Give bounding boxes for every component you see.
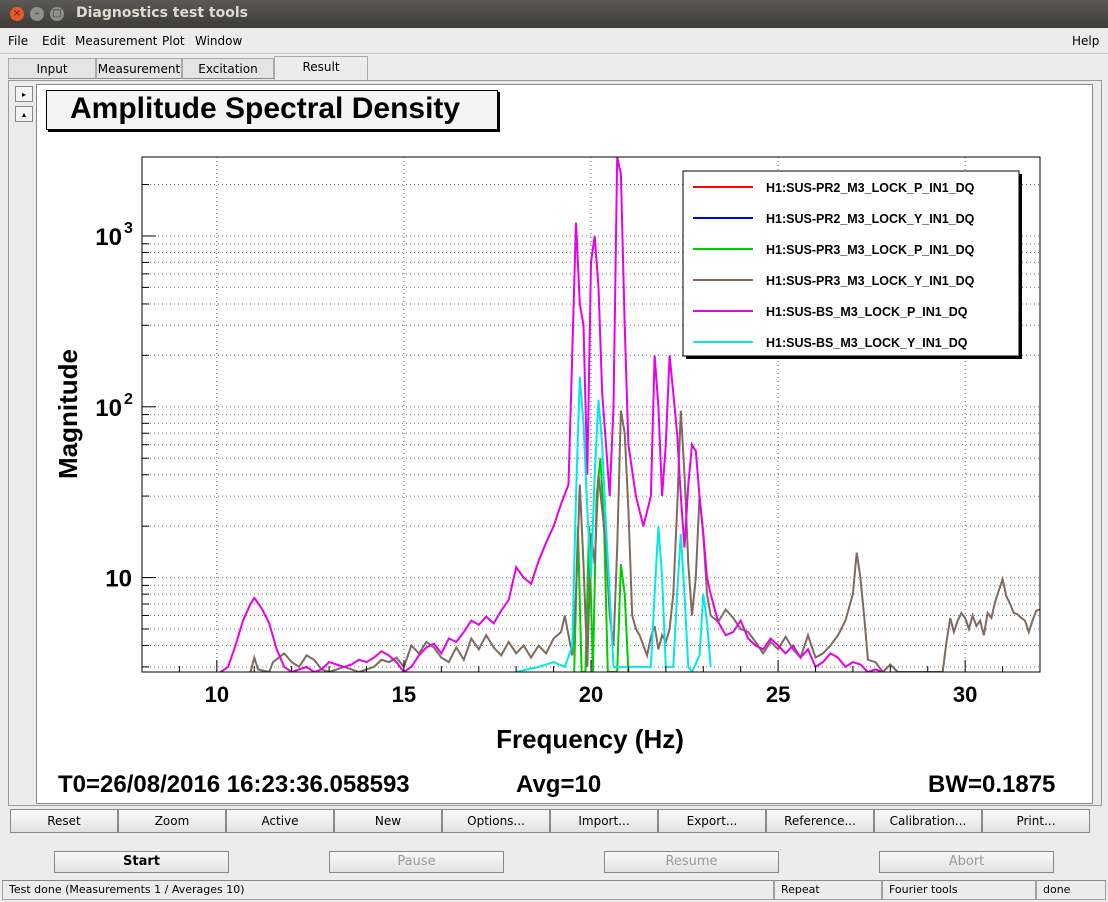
menu-edit[interactable]: Edit	[42, 34, 65, 48]
menu-window[interactable]: Window	[195, 34, 242, 48]
pause-button[interactable]: Pause	[329, 851, 504, 873]
tab-input[interactable]: Input	[8, 58, 96, 79]
maximize-icon[interactable]: □	[50, 7, 64, 21]
print-button[interactable]: Print...	[982, 809, 1090, 833]
t0-readout: T0=26/08/2016 16:23:36.058593	[58, 771, 410, 798]
menu-measurement[interactable]: Measurement	[75, 34, 157, 48]
calibration-button[interactable]: Calibration...	[874, 809, 982, 833]
status-mode: Repeat	[774, 880, 882, 900]
tab-measurement[interactable]: Measurement	[96, 58, 182, 79]
status-tool: Fourier tools	[882, 880, 1036, 900]
menu-file[interactable]: File	[8, 34, 28, 48]
active-button[interactable]: Active	[226, 809, 334, 833]
resume-button[interactable]: Resume	[604, 851, 779, 873]
expand-right-icon[interactable]: ▸	[15, 86, 33, 102]
plot-button-row: Reset Zoom Active New Options... Import.…	[10, 809, 1094, 833]
status-message: Test done (Measurements 1 / Averages 10)	[2, 880, 774, 900]
new-button[interactable]: New	[334, 809, 442, 833]
tab-excitation[interactable]: Excitation	[182, 58, 274, 79]
window-title: Diagnostics test tools	[76, 5, 248, 21]
tab-result[interactable]: Result	[274, 56, 368, 80]
minimize-icon[interactable]: –	[30, 7, 44, 21]
menu-bar: File Edit Measurement Plot Window Help	[0, 28, 1108, 54]
bw-readout: BW=0.1875	[928, 771, 1056, 798]
plot-title: Amplitude Spectral Density	[70, 92, 461, 125]
abort-button[interactable]: Abort	[879, 851, 1054, 873]
menu-plot[interactable]: Plot	[162, 34, 185, 48]
reset-button[interactable]: Reset	[10, 809, 118, 833]
collapse-up-icon[interactable]: ▴	[15, 106, 33, 122]
tab-bar: Input Measurement Excitation Result	[8, 56, 1102, 80]
import-button[interactable]: Import...	[550, 809, 658, 833]
status-bar: Test done (Measurements 1 / Averages 10)…	[0, 880, 1108, 902]
close-icon[interactable]: ×	[10, 7, 24, 21]
zoom-button[interactable]: Zoom	[118, 809, 226, 833]
title-bar: × – □ Diagnostics test tools	[0, 0, 1108, 28]
menu-help[interactable]: Help	[1072, 34, 1099, 48]
status-state: done	[1036, 880, 1106, 900]
reference-button[interactable]: Reference...	[766, 809, 874, 833]
avg-readout: Avg=10	[516, 771, 602, 798]
export-button[interactable]: Export...	[658, 809, 766, 833]
start-button[interactable]: Start	[54, 851, 229, 873]
plot-canvas[interactable]	[36, 84, 1093, 804]
options-button[interactable]: Options...	[442, 809, 550, 833]
